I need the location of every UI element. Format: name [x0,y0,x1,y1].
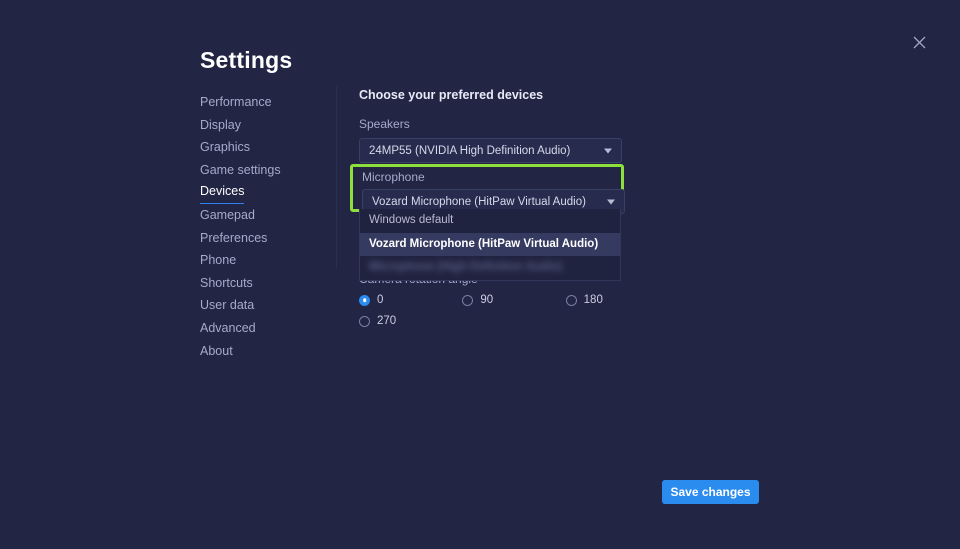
radio-mark-icon [565,294,577,306]
sidebar-item-gamepad[interactable]: Gamepad [200,204,255,227]
close-button[interactable] [906,29,932,55]
sidebar-item-advanced[interactable]: Advanced [200,317,256,340]
sidebar-item-shortcuts[interactable]: Shortcuts [200,272,253,295]
speakers-label: Speakers [359,117,410,131]
sidebar-divider [336,86,337,268]
camera-rotation-section: Camera rotation angle 0 90 180 270 [359,272,669,336]
speakers-select[interactable]: 24MP55 (NVIDIA High Definition Audio) [359,138,622,163]
close-icon [913,36,926,49]
radio-rotation-90[interactable]: 90 [462,294,565,306]
page-title: Settings [200,47,293,73]
speakers-selected-value: 24MP55 (NVIDIA High Definition Audio) [369,144,571,157]
sidebar-item-user-data[interactable]: User data [200,294,254,317]
chevron-down-icon [604,148,612,153]
save-changes-button[interactable]: Save changes [662,480,759,504]
radio-mark-icon [359,294,370,306]
sidebar-item-preferences[interactable]: Preferences [200,227,267,250]
radio-rotation-0[interactable]: 0 [359,294,462,306]
microphone-label: Microphone [362,170,425,184]
radio-label: 90 [480,294,494,306]
radio-rotation-270[interactable]: 270 [359,315,492,327]
devices-panel: Choose your preferred devices Speakers 2… [359,88,659,163]
settings-sidebar: Performance Display Graphics Game settin… [200,91,320,362]
microphone-highlight-box: Microphone Vozard Microphone (HitPaw Vir… [350,164,625,214]
sidebar-item-devices[interactable]: Devices [200,181,245,204]
sidebar-item-graphics[interactable]: Graphics [200,136,250,159]
microphone-selected-value: Vozard Microphone (HitPaw Virtual Audio) [372,195,586,208]
chevron-down-icon [607,199,615,204]
dropdown-option-vozard-microphone[interactable]: Vozard Microphone (HitPaw Virtual Audio) [360,232,620,256]
radio-label: 0 [377,294,384,306]
sidebar-item-about[interactable]: About [200,340,233,363]
sidebar-item-display[interactable]: Display [200,114,241,137]
radio-label: 270 [377,315,397,327]
radio-mark-icon [359,315,370,327]
sidebar-item-phone[interactable]: Phone [200,249,236,272]
radio-mark-icon [462,294,474,306]
dropdown-option-redacted[interactable]: Microphone (High Definition Audio) [360,256,620,280]
camera-rotation-row-1: 0 90 180 [359,294,669,306]
devices-heading: Choose your preferred devices [359,88,544,102]
camera-rotation-row-2: 270 [359,315,669,327]
radio-label: 180 [583,294,603,306]
sidebar-item-game-settings[interactable]: Game settings [200,159,281,182]
sidebar-item-performance[interactable]: Performance [200,91,272,114]
microphone-dropdown-list[interactable]: Windows default Vozard Microphone (HitPa… [359,209,621,281]
radio-rotation-180[interactable]: 180 [565,294,669,306]
dropdown-option-windows-default[interactable]: Windows default [360,209,620,233]
